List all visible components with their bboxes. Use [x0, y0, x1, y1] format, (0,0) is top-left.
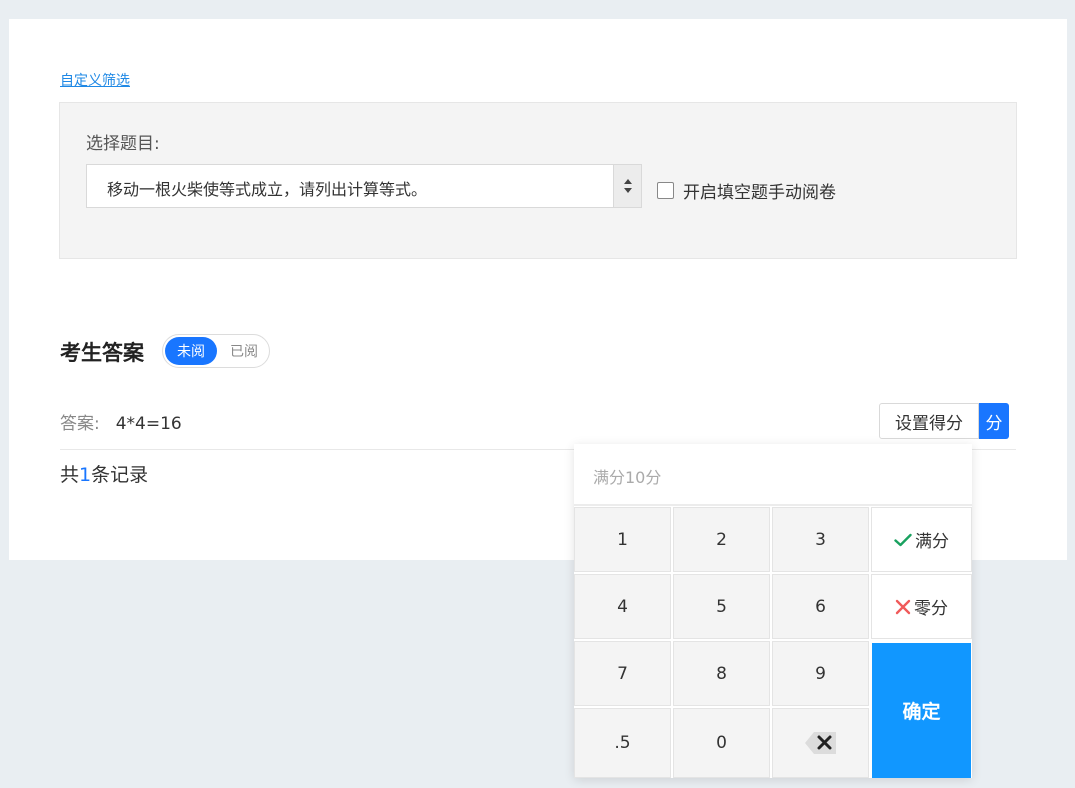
sort-arrows-icon[interactable] [613, 165, 641, 207]
key-4[interactable]: 4 [574, 574, 671, 639]
read-status-toggle[interactable]: 未阅 已阅 [162, 334, 270, 368]
answer-value: 4*4=16 [115, 414, 182, 434]
confirm-button[interactable]: 确定 [872, 643, 971, 778]
manual-grading-label: 开启填空题手动阅卷 [683, 183, 836, 203]
manual-grading-toggle[interactable]: 开启填空题手动阅卷 [657, 178, 836, 203]
key-5[interactable]: 5 [673, 574, 770, 639]
zero-score-button[interactable]: 零分 [871, 574, 972, 639]
key-8[interactable]: 8 [673, 641, 770, 706]
x-icon [895, 599, 911, 614]
selected-question-text: 移动一根火柴使等式成立，请列出计算等式。 [107, 180, 428, 199]
key-1[interactable]: 1 [574, 507, 671, 572]
tab-read[interactable]: 已阅 [223, 337, 265, 365]
tab-unread[interactable]: 未阅 [165, 337, 217, 365]
score-display[interactable]: 满分10分 [574, 444, 972, 506]
record-number: 1 [79, 464, 92, 486]
record-prefix: 共 [60, 464, 80, 486]
key-7[interactable]: 7 [574, 641, 671, 706]
score-unit: 分 [979, 403, 1009, 439]
check-icon [894, 533, 912, 546]
full-score-label: 满分 [915, 532, 949, 552]
backspace-button[interactable] [772, 708, 869, 778]
key-2[interactable]: 2 [673, 507, 770, 572]
score-hint: 满分10分 [593, 468, 662, 487]
record-count: 共1条记录 [60, 460, 148, 487]
answer-label: 答案: [60, 414, 100, 434]
set-score-button[interactable]: 设置得分 [879, 403, 979, 439]
record-suffix: 条记录 [91, 464, 149, 486]
select-question-label: 选择题目: [86, 134, 160, 154]
key-half[interactable]: .5 [574, 708, 671, 778]
student-answers-title: 考生答案 [60, 341, 144, 365]
zero-score-label: 零分 [914, 599, 948, 619]
key-6[interactable]: 6 [772, 574, 869, 639]
key-9[interactable]: 9 [772, 641, 869, 706]
full-score-button[interactable]: 满分 [871, 507, 972, 572]
manual-grading-checkbox[interactable] [657, 182, 674, 199]
score-keypad: 满分10分 1 2 3 满分 4 5 6 零分 7 8 9 .5 0 确定 [574, 444, 972, 778]
question-select[interactable]: 移动一根火柴使等式成立，请列出计算等式。 [86, 164, 642, 208]
answer-row: 答案: 4*4=16 [60, 409, 182, 434]
filter-box: 选择题目: 移动一根火柴使等式成立，请列出计算等式。 开启填空题手动阅卷 [59, 102, 1017, 259]
key-3[interactable]: 3 [772, 507, 869, 572]
custom-filter-link[interactable]: 自定义筛选 [60, 70, 130, 90]
key-0[interactable]: 0 [673, 708, 770, 778]
backspace-icon [804, 732, 836, 754]
